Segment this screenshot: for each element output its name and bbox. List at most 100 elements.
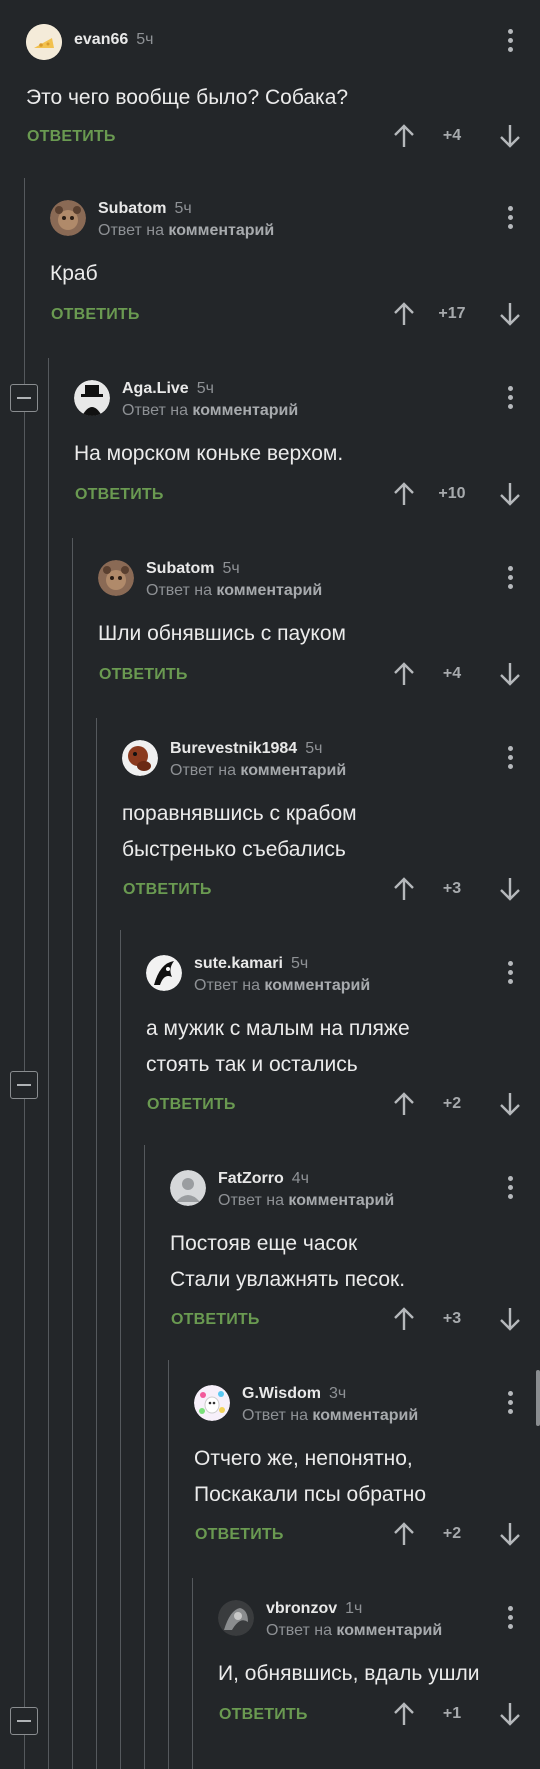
more-options-icon[interactable] <box>508 1176 514 1203</box>
more-options-icon[interactable] <box>508 566 514 593</box>
username[interactable]: sute.kamari <box>194 955 283 972</box>
reply-to-link[interactable]: Ответ на комментарий <box>170 762 346 780</box>
upvote-icon[interactable] <box>392 876 416 902</box>
more-options-icon[interactable] <box>508 1606 514 1633</box>
upvote-icon[interactable] <box>392 1306 416 1332</box>
reply-button[interactable]: ОТВЕТИТЬ <box>219 1706 308 1724</box>
downvote-icon[interactable] <box>498 481 522 507</box>
thread-line <box>168 1360 169 1769</box>
username[interactable]: Aga.Live <box>122 380 189 397</box>
collapse-thread-button[interactable] <box>10 1707 38 1735</box>
thread-line <box>120 930 121 1769</box>
username[interactable]: G.Wisdom <box>242 1385 321 1402</box>
reply-button[interactable]: ОТВЕТИТЬ <box>75 486 164 504</box>
avatar-subatom[interactable] <box>98 560 134 596</box>
comment-text: Краб <box>50 262 98 285</box>
upvote-icon[interactable] <box>392 661 416 687</box>
comment-text: Шли обнявшись с пауком <box>98 622 346 645</box>
more-options-icon[interactable] <box>508 29 514 56</box>
reply-button[interactable]: ОТВЕТИТЬ <box>171 1311 260 1329</box>
thread-line <box>72 538 73 1769</box>
more-options-icon[interactable] <box>508 206 514 233</box>
collapse-thread-button[interactable] <box>10 384 38 412</box>
vote-block: +3 <box>392 874 522 904</box>
reply-button[interactable]: ОТВЕТИТЬ <box>123 881 212 899</box>
upvote-icon[interactable] <box>392 481 416 507</box>
vote-block: +2 <box>392 1519 522 1549</box>
username[interactable]: FatZorro <box>218 1170 284 1187</box>
thread-line <box>144 1145 145 1769</box>
avatar-sutekamari[interactable] <box>146 955 182 991</box>
downvote-icon[interactable] <box>498 123 522 149</box>
upvote-icon[interactable] <box>392 301 416 327</box>
reply-button[interactable]: ОТВЕТИТЬ <box>195 1526 284 1544</box>
comment-time: 5ч <box>136 31 154 48</box>
username[interactable]: Subatom <box>98 200 166 217</box>
vote-block: +1 <box>392 1699 522 1729</box>
avatar-subatom[interactable] <box>50 200 86 236</box>
avatar-evan66[interactable] <box>26 24 62 60</box>
scrollbar[interactable] <box>536 1370 540 1426</box>
downvote-icon[interactable] <box>498 1091 522 1117</box>
comment-text: Отчего же, непонятно, Поскакали псы обра… <box>194 1447 427 1506</box>
downvote-icon[interactable] <box>498 1306 522 1332</box>
reply-to-link[interactable]: Ответ на комментарий <box>98 222 274 240</box>
downvote-icon[interactable] <box>498 876 522 902</box>
vote-score: +10 <box>438 485 466 502</box>
username[interactable]: evan66 <box>74 31 128 48</box>
reply-button[interactable]: ОТВЕТИТЬ <box>99 666 188 684</box>
username[interactable]: Subatom <box>146 560 214 577</box>
downvote-icon[interactable] <box>498 1701 522 1727</box>
comment-time: 4ч <box>291 1170 310 1187</box>
reply-to-link[interactable]: Ответ на комментарий <box>266 1622 442 1640</box>
username[interactable]: Burevestnik1984 <box>170 740 297 757</box>
comment-time: 5ч <box>305 740 323 757</box>
vote-block: +10 <box>392 479 522 509</box>
upvote-icon[interactable] <box>392 1091 416 1117</box>
reply-to-link[interactable]: Ответ на комментарий <box>194 977 370 995</box>
avatar-gwisdom[interactable] <box>194 1385 230 1421</box>
avatar-burevestnik[interactable] <box>122 740 158 776</box>
comment-text: а мужик с малым на пляже стоять так и ос… <box>146 1017 410 1076</box>
reply-button[interactable]: ОТВЕТИТЬ <box>27 128 116 146</box>
username[interactable]: vbronzov <box>266 1600 337 1617</box>
more-options-icon[interactable] <box>508 746 514 773</box>
upvote-icon[interactable] <box>392 1701 416 1727</box>
comment-text: И, обнявшись, вдаль ушли <box>218 1662 480 1685</box>
comment-time: 5ч <box>222 560 240 577</box>
vote-score: +3 <box>442 1310 462 1327</box>
reply-button[interactable]: ОТВЕТИТЬ <box>51 306 140 324</box>
vote-score: +3 <box>442 880 462 897</box>
more-options-icon[interactable] <box>508 961 514 988</box>
upvote-icon[interactable] <box>392 123 416 149</box>
vote-score: +2 <box>442 1525 462 1542</box>
reply-to-link[interactable]: Ответ на комментарий <box>122 402 298 420</box>
upvote-icon[interactable] <box>392 1521 416 1547</box>
vote-score: +4 <box>442 665 462 682</box>
more-options-icon[interactable] <box>508 1391 514 1418</box>
reply-button[interactable]: ОТВЕТИТЬ <box>147 1096 236 1114</box>
avatar-vbronzov[interactable] <box>218 1600 254 1636</box>
more-options-icon[interactable] <box>508 386 514 413</box>
vote-block: +3 <box>392 1304 522 1334</box>
reply-to-link[interactable]: Ответ на комментарий <box>146 582 322 600</box>
downvote-icon[interactable] <box>498 1521 522 1547</box>
reply-to-link[interactable]: Ответ на комментарий <box>242 1407 418 1425</box>
vote-score: +1 <box>442 1705 462 1722</box>
vote-score: +17 <box>438 305 466 322</box>
downvote-icon[interactable] <box>498 661 522 687</box>
comment-text: Постояв еще часок Стали увлажнять песок. <box>170 1232 406 1291</box>
avatar-agalive[interactable] <box>74 380 110 416</box>
vote-score: +2 <box>442 1095 462 1112</box>
vote-block: +17 <box>392 299 522 329</box>
comment-time: 5ч <box>174 200 192 217</box>
comment-time: 3ч <box>328 1385 347 1402</box>
reply-to-link[interactable]: Ответ на комментарий <box>218 1192 394 1210</box>
comment-text: Это чего вообще было? Собака? <box>26 86 349 109</box>
avatar-fatzorro[interactable] <box>170 1170 206 1206</box>
comment-text: поравнявшись с крабом быстренько съебали… <box>122 802 357 861</box>
downvote-icon[interactable] <box>498 301 522 327</box>
collapse-thread-button[interactable] <box>10 1071 38 1099</box>
comment-time: 5ч <box>290 955 309 972</box>
vote-block: +2 <box>392 1089 522 1119</box>
